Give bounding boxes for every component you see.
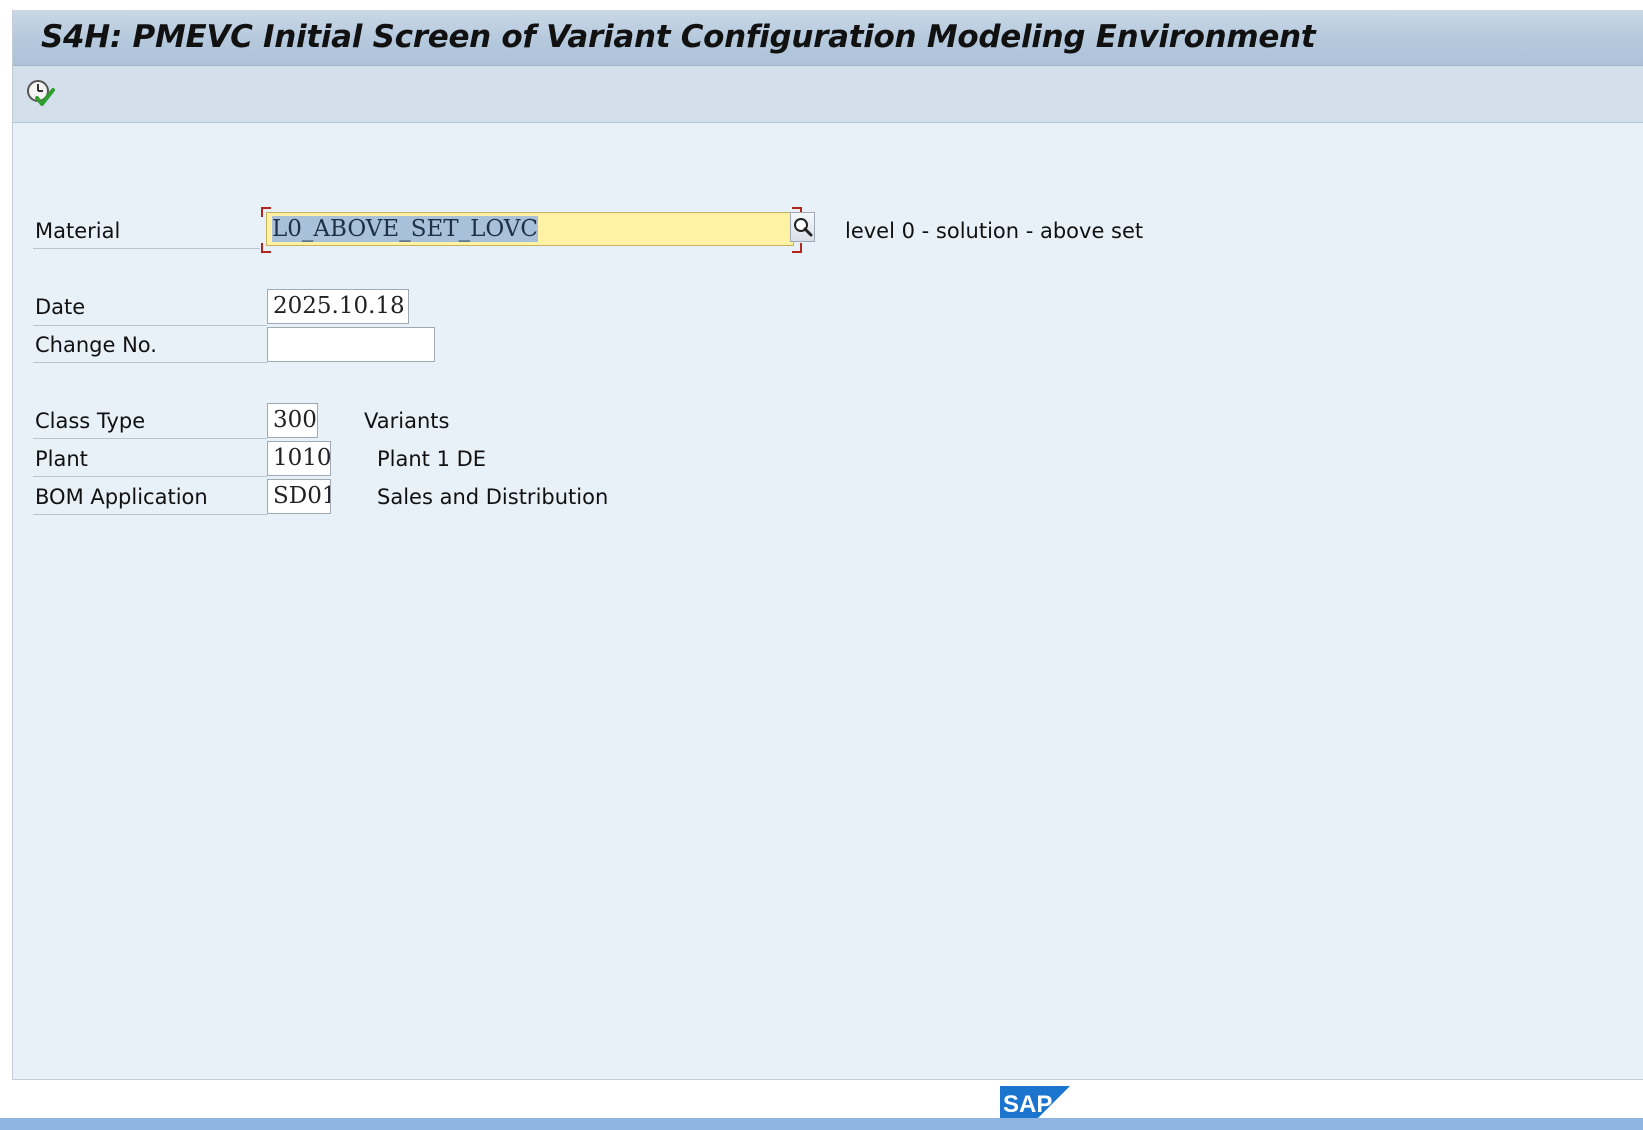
title-bar: S4H: PMEVC Initial Screen of Variant Con… (13, 10, 1643, 66)
change-number-label: Change No. (35, 333, 157, 357)
plant-label-underline (33, 476, 267, 477)
bom-application-description: Sales and Distribution (377, 485, 609, 509)
date-label: Date (35, 295, 86, 319)
class-type-input[interactable]: 300 (267, 403, 318, 438)
material-input-value: L0_ABOVE_SET_LOVC (272, 216, 539, 242)
application-toolbar (13, 66, 1643, 123)
class-type-description: Variants (364, 409, 450, 433)
window-title: S4H: PMEVC Initial Screen of Variant Con… (41, 19, 1316, 55)
change-number-label-underline (33, 362, 267, 363)
sap-logo-graphic: SAP (1000, 1086, 1070, 1120)
material-label-underline (33, 248, 260, 249)
bom-application-label: BOM Application (35, 485, 208, 509)
magnifier-icon (794, 218, 813, 237)
class-type-label-underline (33, 438, 267, 439)
status-bar-band (0, 1118, 1643, 1130)
material-search-help-button[interactable] (790, 212, 815, 242)
main-window: S4H: PMEVC Initial Screen of Variant Con… (12, 10, 1643, 1080)
execute-button[interactable] (25, 78, 55, 108)
bom-application-input[interactable]: SD01 (267, 479, 331, 514)
bom-application-label-underline (33, 514, 267, 515)
plant-description: Plant 1 DE (377, 447, 487, 471)
execute-clock-check-icon (27, 80, 55, 106)
material-description: level 0 - solution - above set (845, 219, 1144, 243)
focus-bracket-br (792, 243, 802, 253)
class-type-label: Class Type (35, 409, 146, 433)
change-number-input[interactable] (267, 327, 435, 362)
focus-bracket-tl (261, 207, 271, 217)
sap-logo-text: SAP (1003, 1091, 1052, 1118)
material-label: Material (35, 219, 121, 243)
material-input[interactable]: L0_ABOVE_SET_LOVC (266, 212, 794, 246)
date-label-underline (33, 325, 267, 326)
focus-bracket-bl (261, 243, 271, 253)
date-input[interactable]: 2025.10.18 (267, 289, 409, 324)
plant-input[interactable]: 1010 (267, 441, 331, 476)
plant-label: Plant (35, 447, 88, 471)
